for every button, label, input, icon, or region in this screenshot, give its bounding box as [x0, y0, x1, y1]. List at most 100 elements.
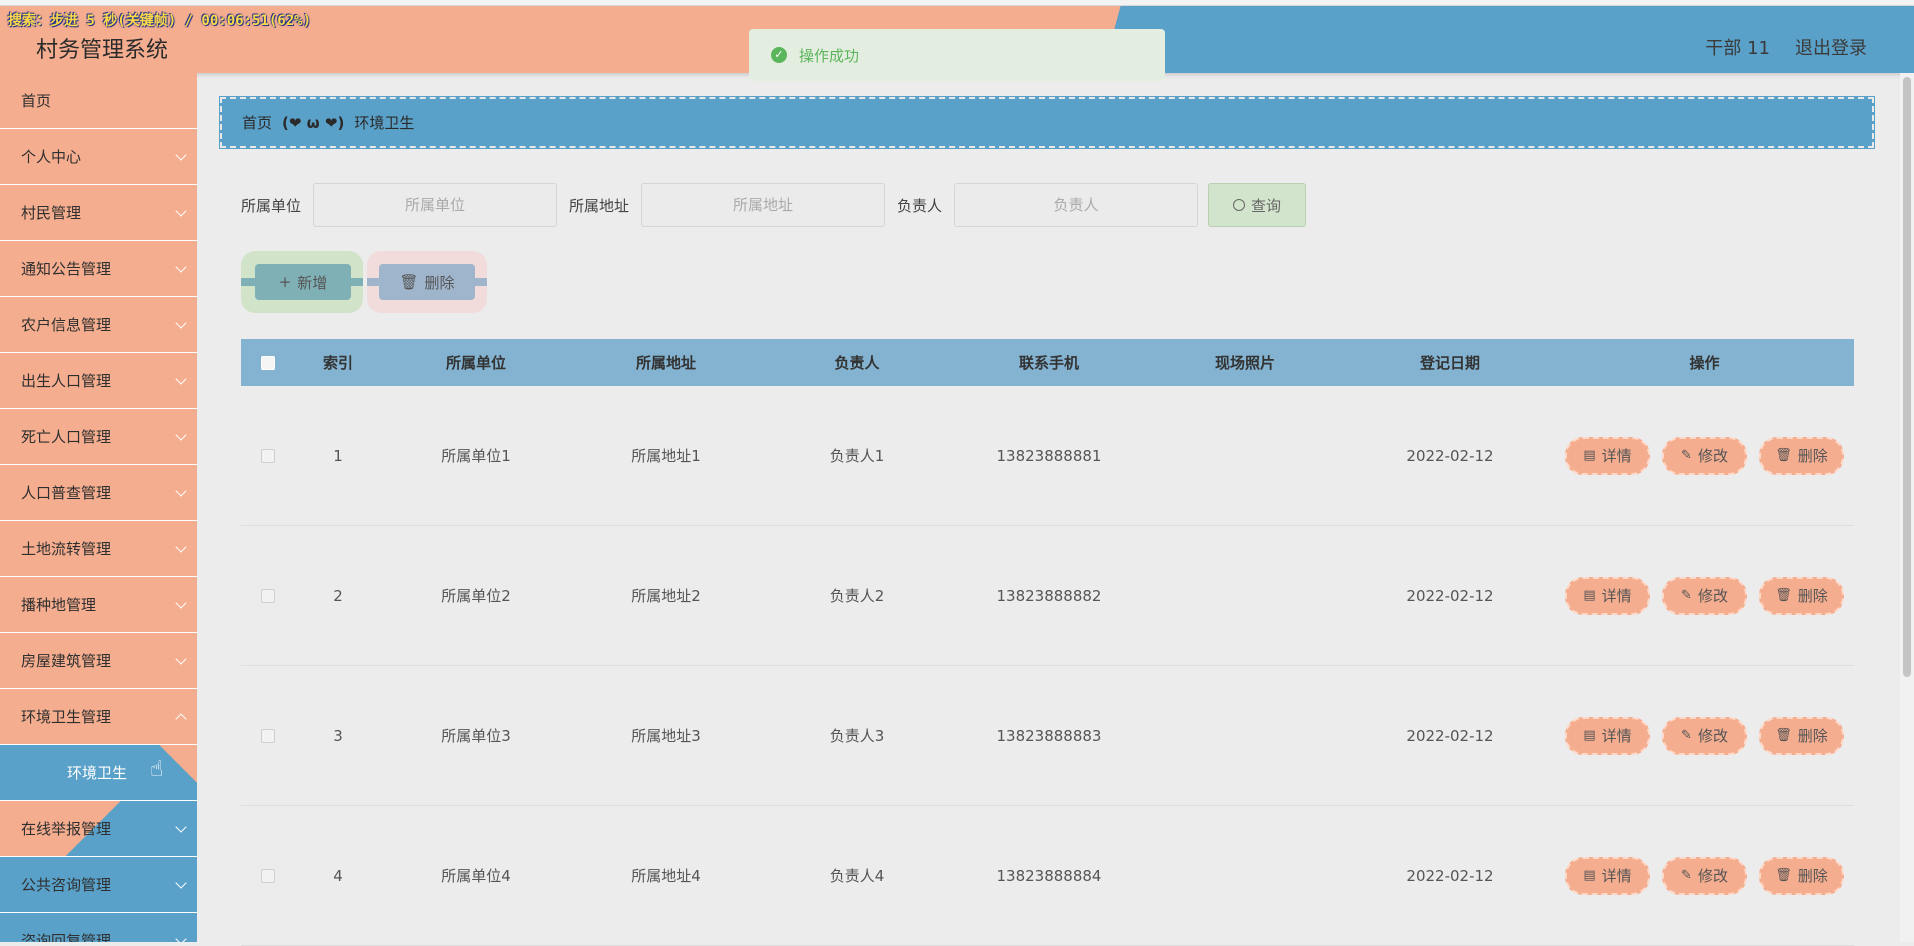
sidebar-item-reports[interactable]: 在线举报管理: [0, 801, 197, 857]
responsible-search-input[interactable]: [954, 183, 1199, 227]
edit-button[interactable]: ✎ 修改: [1662, 856, 1747, 895]
delete-button[interactable]: 🗑 删除: [1759, 436, 1844, 475]
cell-date: 2022-02-12: [1406, 866, 1494, 885]
sidebar-item-notices[interactable]: 通知公告管理: [0, 241, 197, 297]
sidebar-item-deaths[interactable]: 死亡人口管理: [0, 409, 197, 465]
header-date: 登记日期: [1419, 354, 1480, 372]
delete-button[interactable]: 🗑 删除: [1759, 576, 1844, 615]
cell-address: 所属地址1: [631, 447, 701, 465]
detail-button[interactable]: ▤ 详情: [1565, 436, 1650, 475]
sidebar-item-label: 农户信息管理: [21, 316, 112, 334]
unit-search-input[interactable]: [313, 183, 558, 227]
pencil-icon: ✎: [1681, 588, 1692, 603]
chevron-up-icon: [175, 712, 187, 725]
chevron-down-icon: [175, 540, 187, 553]
edit-label: 修改: [1697, 447, 1728, 465]
document-icon: ▤: [1583, 868, 1596, 883]
row-select-cell: [241, 868, 295, 883]
cell-phone: 13823888881: [996, 446, 1102, 465]
sidebar-item-label: 出生人口管理: [21, 372, 112, 390]
success-toast: ✓ 操作成功: [749, 29, 1165, 81]
row-select-cell: [241, 588, 295, 603]
breadcrumb: 首页 (❤ ω ❤) 环境卫生: [219, 96, 1875, 149]
delete-button[interactable]: 🗑 删除: [1759, 716, 1844, 755]
main-content: 首页 (❤ ω ❤) 环境卫生 所属单位 所属地址 负责人 查询 + 新增 🗑 …: [197, 73, 1914, 946]
header-photo: 现场照片: [1214, 354, 1275, 372]
header-address: 所属地址: [635, 354, 696, 372]
cell-operations: ▤ 详情 ✎ 修改 🗑 删除: [1555, 716, 1854, 755]
header-responsible: 负责人: [834, 354, 880, 372]
add-button[interactable]: + 新增: [255, 264, 351, 300]
document-icon: ▤: [1583, 728, 1596, 743]
row-select-cell: [241, 448, 295, 463]
chevron-down-icon: [175, 148, 187, 161]
delete-label: 删除: [1797, 727, 1828, 745]
sidebar-item-consultation[interactable]: 公共咨询管理: [0, 857, 197, 913]
breadcrumb-separator: (❤ ω ❤): [282, 113, 345, 132]
add-button-wrapper: + 新增: [241, 251, 363, 313]
delete-label: 删除: [1797, 447, 1828, 465]
sidebar-subitem-sanitation[interactable]: 环境卫生 ☝: [0, 745, 197, 801]
edit-button[interactable]: ✎ 修改: [1662, 576, 1747, 615]
table-row: 2 所属单位2 所属地址2 负责人2 13823888882 2022-02-1…: [241, 526, 1854, 666]
query-button[interactable]: 查询: [1208, 183, 1307, 227]
detail-button[interactable]: ▤ 详情: [1565, 716, 1650, 755]
sidebar-item-label: 播种地管理: [21, 596, 97, 614]
detail-label: 详情: [1601, 447, 1632, 465]
header-unit: 所属单位: [445, 354, 506, 372]
chevron-down-icon: [175, 484, 187, 497]
address-search-input[interactable]: [641, 183, 886, 227]
pencil-icon: ✎: [1681, 728, 1692, 743]
sidebar-item-buildings[interactable]: 房屋建筑管理: [0, 633, 197, 689]
sidebar-item-replies[interactable]: 咨询回复管理: [0, 913, 197, 942]
edit-button[interactable]: ✎ 修改: [1662, 716, 1747, 755]
cell-unit: 所属单位4: [441, 867, 511, 885]
cell-operations: ▤ 详情 ✎ 修改 🗑 删除: [1555, 576, 1854, 615]
detail-button[interactable]: ▤ 详情: [1565, 856, 1650, 895]
breadcrumb-home[interactable]: 首页: [242, 112, 272, 133]
sidebar-item-personal-center[interactable]: 个人中心: [0, 129, 197, 185]
sidebar-item-farmland[interactable]: 播种地管理: [0, 577, 197, 633]
select-all-checkbox[interactable]: [261, 355, 275, 370]
sidebar-item-census[interactable]: 人口普查管理: [0, 465, 197, 521]
cell-address: 所属地址3: [631, 727, 701, 745]
responsible-label: 负责人: [897, 196, 943, 215]
trash-icon: 🗑: [1775, 868, 1792, 883]
sidebar-menu: 首页 个人中心 村民管理 通知公告管理 农户信息管理 出生人口管理 死亡人口管理…: [0, 73, 197, 942]
row-checkbox[interactable]: [261, 728, 275, 743]
sidebar-item-farmers[interactable]: 农户信息管理: [0, 297, 197, 353]
toast-message: 操作成功: [799, 46, 860, 65]
cell-address: 所属地址2: [631, 587, 701, 605]
table-row: 1 所属单位1 所属地址1 负责人1 13823888881 2022-02-1…: [241, 386, 1854, 526]
table-header: 索引 所属单位 所属地址 负责人 联系手机 现场照片 登记日期 操作: [241, 339, 1854, 386]
chevron-down-icon: [175, 428, 187, 441]
row-checkbox[interactable]: [261, 448, 275, 463]
scrollbar-thumb[interactable]: [1903, 77, 1911, 677]
sidebar-item-label: 死亡人口管理: [21, 428, 112, 446]
cell-index: 4: [333, 866, 343, 885]
logout-link[interactable]: 退出登录: [1795, 34, 1867, 60]
search-bar: 所属单位 所属地址 负责人 查询: [241, 183, 1307, 227]
page-scrollbar[interactable]: [1900, 73, 1914, 942]
chevron-down-icon: [175, 596, 187, 609]
edit-button[interactable]: ✎ 修改: [1662, 436, 1747, 475]
batch-delete-button[interactable]: 🗑 删除: [379, 264, 475, 300]
sidebar-item-sanitation[interactable]: 环境卫生管理: [0, 689, 197, 745]
row-checkbox[interactable]: [261, 868, 275, 883]
unit-label: 所属单位: [241, 196, 302, 215]
sidebar-item-home[interactable]: 首页: [0, 73, 197, 129]
breadcrumb-current: 环境卫生: [354, 114, 415, 132]
header-index: 索引: [322, 354, 353, 372]
chevron-down-icon: [175, 204, 187, 217]
delete-button[interactable]: 🗑 删除: [1759, 856, 1844, 895]
row-select-cell: [241, 728, 295, 743]
sidebar-item-land-transfer[interactable]: 土地流转管理: [0, 521, 197, 577]
address-label: 所属地址: [569, 196, 630, 215]
chevron-down-icon: [175, 932, 187, 942]
row-checkbox[interactable]: [261, 588, 275, 603]
sidebar-item-births[interactable]: 出生人口管理: [0, 353, 197, 409]
detail-button[interactable]: ▤ 详情: [1565, 576, 1650, 615]
detail-label: 详情: [1601, 867, 1632, 885]
table-row: 3 所属单位3 所属地址3 负责人3 13823888883 2022-02-1…: [241, 666, 1854, 806]
sidebar-item-villagers[interactable]: 村民管理: [0, 185, 197, 241]
